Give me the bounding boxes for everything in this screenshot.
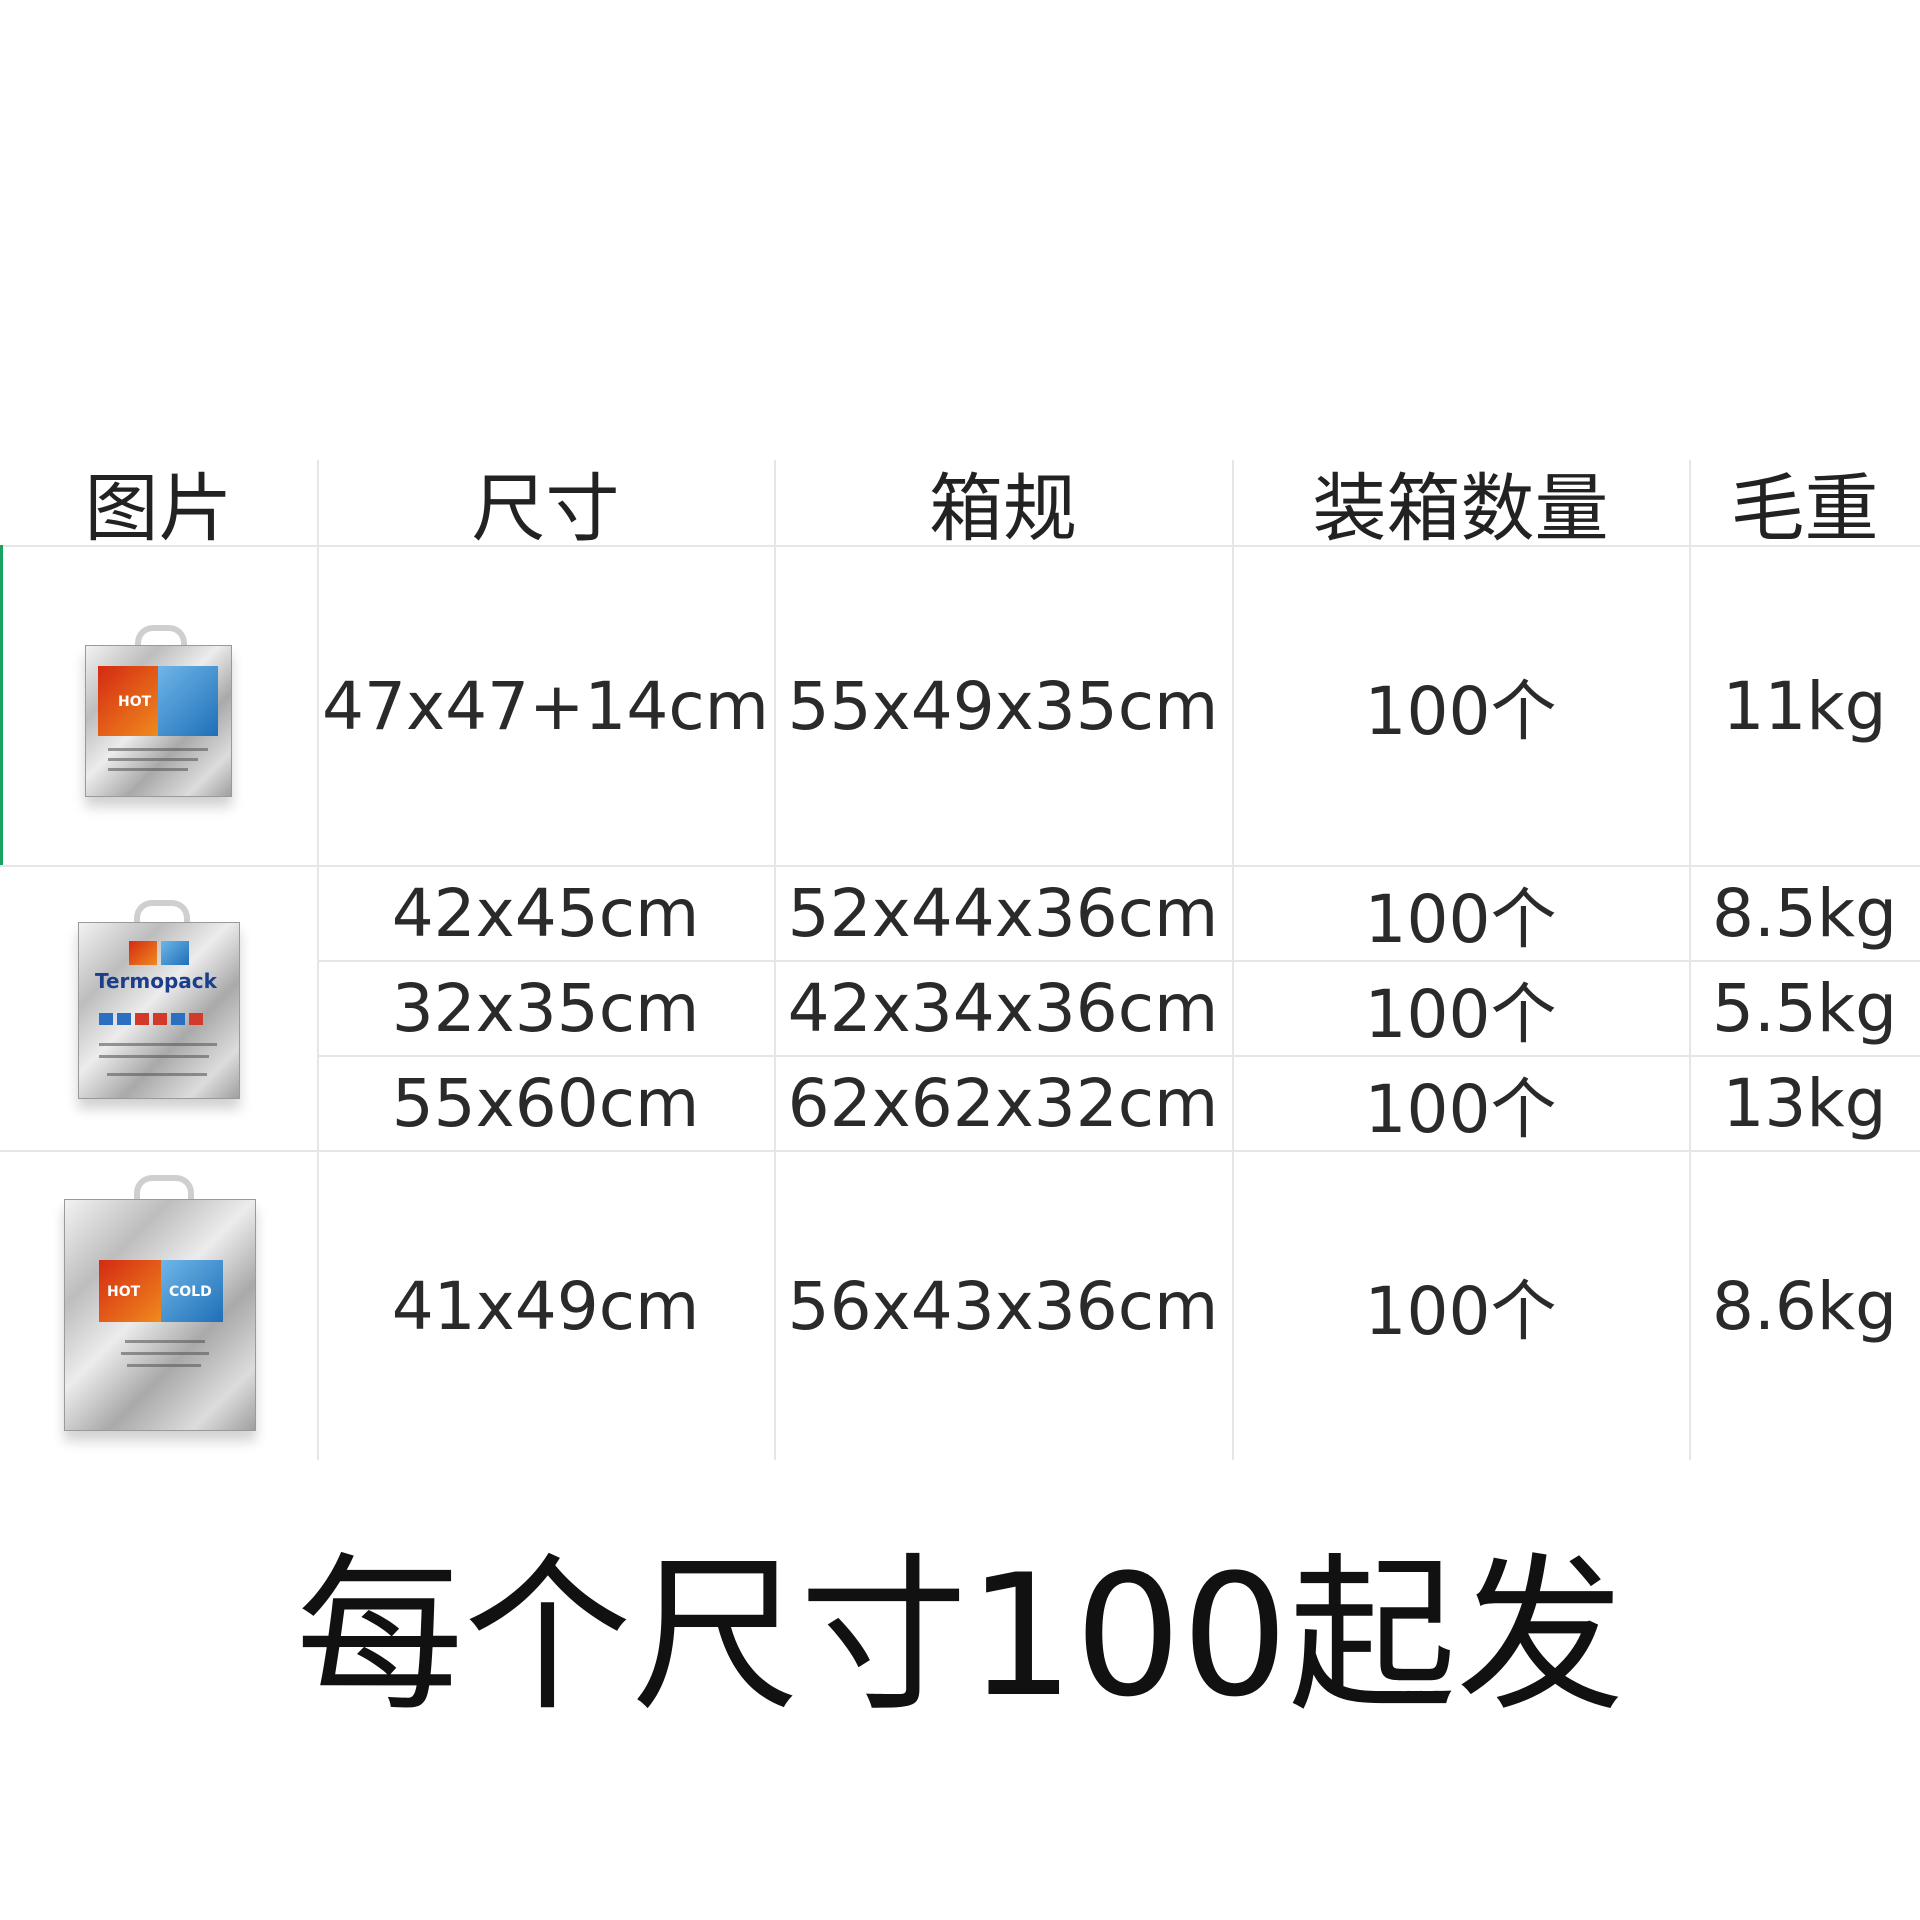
quantity-cell: 100个 xyxy=(1364,975,1557,1053)
hot-label: HOT xyxy=(118,694,152,710)
carton-cell: 55x49x35cm xyxy=(787,667,1219,745)
carton-cell: 52x44x36cm xyxy=(787,875,1219,952)
size-cell: 55x60cm xyxy=(391,1065,700,1142)
size-cell: 42x45cm xyxy=(391,875,700,952)
hot-label: HOT xyxy=(107,1284,141,1300)
termopack-brand: Termopack xyxy=(95,969,217,993)
header-quantity: 装箱数量 xyxy=(1312,466,1609,552)
header-weight: 毛重 xyxy=(1730,466,1879,552)
weight-cell: 13kg xyxy=(1722,1065,1887,1142)
quantity-cell: 100个 xyxy=(1364,673,1557,750)
spec-table: 图片 尺寸 箱规 装箱数量 毛重 47x47+14cm 55x49x35cm 1… xyxy=(0,460,1920,1460)
hot-cold-foil-bag-large-image: HOT COLD xyxy=(60,1175,260,1445)
size-cell: 41x49cm xyxy=(391,1267,700,1345)
termopack-foil-bag-image: Termopack xyxy=(72,900,252,1110)
size-cell: 32x35cm xyxy=(391,970,700,1047)
cold-label: COLD xyxy=(169,1284,212,1300)
header-size: 尺寸 xyxy=(471,466,620,552)
carton-cell: 56x43x36cm xyxy=(787,1267,1219,1345)
weight-cell: 11kg xyxy=(1722,667,1887,745)
quantity-cell: 100个 xyxy=(1364,880,1557,958)
carton-cell: 62x62x32cm xyxy=(787,1065,1219,1142)
header-carton: 箱规 xyxy=(929,466,1077,552)
quantity-cell: 100个 xyxy=(1364,1070,1557,1148)
weight-cell: 8.5kg xyxy=(1711,875,1898,952)
weight-cell: 5.5kg xyxy=(1711,970,1898,1047)
carton-cell: 42x34x36cm xyxy=(787,970,1219,1047)
size-cell: 47x47+14cm xyxy=(322,667,769,745)
row-selection-marker xyxy=(0,545,3,865)
quantity-cell: 100个 xyxy=(1364,1273,1557,1350)
hot-cold-foil-bag-image: HOT xyxy=(80,625,240,805)
header-image: 图片 xyxy=(84,466,233,552)
weight-cell: 8.6kg xyxy=(1711,1267,1898,1345)
minimum-order-note: 每个尺寸100起发 xyxy=(295,1538,1625,1734)
